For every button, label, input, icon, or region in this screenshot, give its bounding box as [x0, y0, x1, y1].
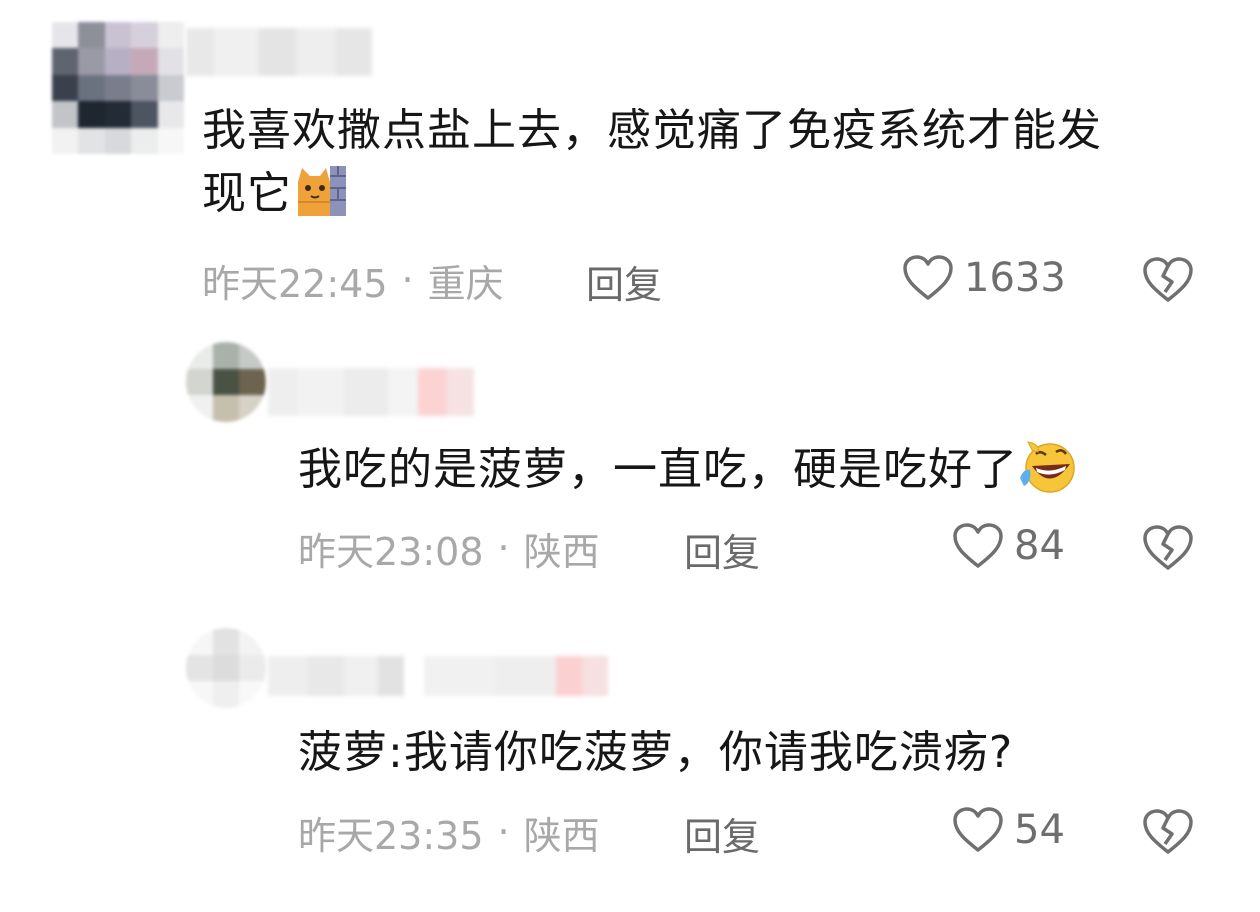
- reply-text-content: 我吃的是菠萝，一直吃，硬是吃好了: [298, 444, 1018, 495]
- reply-button[interactable]: 回复: [684, 522, 760, 577]
- heart-icon: [953, 523, 1003, 568]
- reply-button[interactable]: 回复: [684, 806, 760, 861]
- avatar[interactable]: [52, 22, 184, 154]
- username-blurred[interactable]: [268, 656, 634, 696]
- meta-separator: ·: [497, 526, 510, 570]
- like-count: 1633: [964, 255, 1066, 301]
- meta-separator: ·: [497, 810, 510, 854]
- dislike-button[interactable]: [1142, 808, 1194, 860]
- comment-text-line1: 我喜欢撒点盐上去，感觉痛了免疫系统才能发: [202, 105, 1102, 156]
- like-count: 84: [1014, 523, 1065, 569]
- reply-text: 我吃的是菠萝，一直吃，硬是吃好了: [298, 438, 1198, 511]
- broken-heart-icon: [1143, 257, 1193, 302]
- comment-location: 重庆: [427, 261, 504, 306]
- dislike-button[interactable]: [1142, 256, 1194, 308]
- reply-time: 昨天23:35: [298, 813, 484, 858]
- heart-icon: [903, 255, 953, 300]
- laughing-crying-icon: [1018, 438, 1078, 511]
- cat-hiding-icon: [292, 162, 348, 235]
- heart-icon: [953, 807, 1003, 852]
- like-button[interactable]: 54: [952, 806, 1065, 854]
- like-button[interactable]: 84: [952, 522, 1065, 570]
- comment-thread: 我喜欢撒点盐上去，感觉痛了免疫系统才能发 现它 昨天22:45 · 重庆 回复 …: [0, 0, 1260, 912]
- reply-meta: 昨天23:35 · 陕西: [298, 806, 600, 858]
- reply-location: 陕西: [523, 529, 600, 574]
- reply-meta: 昨天23:08 · 陕西: [298, 522, 600, 574]
- reply-text: 菠萝:我请你吃菠萝，你请我吃溃疡?: [298, 722, 1198, 784]
- comment-time: 昨天22:45: [202, 261, 388, 306]
- reply-button[interactable]: 回复: [586, 254, 662, 309]
- reply-time: 昨天23:08: [298, 529, 484, 574]
- dislike-button[interactable]: [1142, 524, 1194, 576]
- username-blurred[interactable]: [268, 368, 474, 416]
- comment-text: 我喜欢撒点盐上去，感觉痛了免疫系统才能发 现它: [202, 100, 1242, 235]
- avatar[interactable]: [186, 342, 266, 422]
- meta-separator: ·: [401, 258, 414, 302]
- comment-text-line2: 现它: [202, 168, 292, 219]
- reply-text-content: 菠萝:我请你吃菠萝，你请我吃溃疡?: [298, 727, 1014, 778]
- username-blurred[interactable]: [186, 28, 372, 76]
- comment-meta: 昨天22:45 · 重庆: [202, 254, 504, 306]
- broken-heart-icon: [1143, 809, 1193, 854]
- like-count: 54: [1014, 807, 1065, 853]
- reply-location: 陕西: [523, 813, 600, 858]
- avatar[interactable]: [186, 628, 266, 708]
- like-button[interactable]: 1633: [902, 254, 1066, 302]
- broken-heart-icon: [1143, 525, 1193, 570]
